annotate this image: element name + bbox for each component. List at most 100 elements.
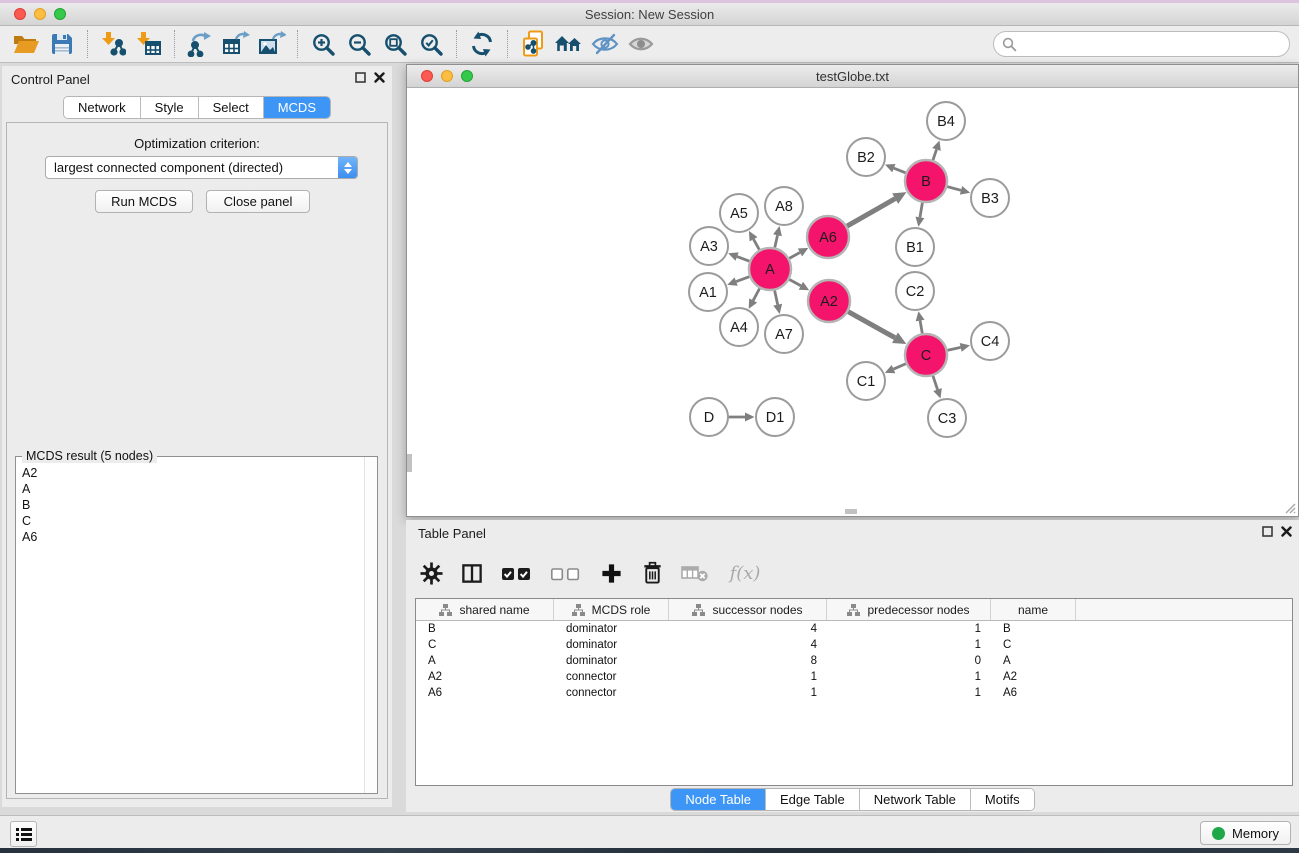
minimize-window-button[interactable]: [34, 8, 46, 20]
table-cell[interactable]: dominator: [554, 621, 669, 637]
edge-C-C1[interactable]: [894, 363, 907, 369]
close-window-button[interactable]: [14, 8, 26, 20]
close-table-panel-icon[interactable]: [1281, 526, 1292, 537]
close-panel-button[interactable]: Close panel: [206, 190, 310, 213]
column-view-icon[interactable]: [459, 560, 485, 586]
zoom-out-icon[interactable]: [341, 28, 377, 60]
table-cell[interactable]: 1: [669, 685, 827, 701]
trash-icon[interactable]: [639, 560, 665, 586]
export-network-icon[interactable]: [182, 28, 218, 60]
unselect-all-icon[interactable]: [549, 560, 583, 586]
table-cell[interactable]: 1: [827, 685, 991, 701]
column-header-predecessor-nodes[interactable]: predecessor nodes: [827, 599, 991, 620]
table-cell[interactable]: C: [991, 637, 1076, 653]
table-cell[interactable]: 4: [669, 637, 827, 653]
edge-A-A5[interactable]: [754, 239, 760, 250]
criterion-dropdown[interactable]: largest connected component (directed): [45, 156, 358, 179]
edge-A2-C[interactable]: [847, 311, 895, 338]
result-item[interactable]: A2: [16, 465, 363, 481]
edge-C-C2[interactable]: [920, 321, 922, 335]
run-mcds-button[interactable]: Run MCDS: [95, 190, 193, 213]
close-network-window-button[interactable]: [421, 70, 433, 82]
zoom-window-button[interactable]: [54, 8, 66, 20]
zoom-in-icon[interactable]: [305, 28, 341, 60]
resize-grip-icon[interactable]: [1283, 501, 1296, 514]
network-graph[interactable]: B4B2BB3A8A5A6A3B1AC2A1A2A4A7C4CC1DD1C3: [407, 88, 1298, 516]
gear-icon[interactable]: [418, 560, 444, 586]
table-cell[interactable]: A: [991, 653, 1076, 669]
float-table-panel-icon[interactable]: [1262, 526, 1273, 537]
table-cell[interactable]: B: [416, 621, 554, 637]
result-item[interactable]: A6: [16, 529, 363, 545]
refresh-icon[interactable]: [464, 28, 500, 60]
add-column-icon[interactable]: [598, 560, 624, 586]
table-cell[interactable]: A2: [991, 669, 1076, 685]
edge-A-A3[interactable]: [737, 257, 750, 262]
edge-B-B1[interactable]: [920, 202, 923, 218]
tab-network[interactable]: Network: [64, 97, 141, 118]
edge-A-A4[interactable]: [753, 288, 760, 301]
node-table[interactable]: shared nameMCDS rolesuccessor nodesprede…: [415, 598, 1293, 786]
search-field[interactable]: [993, 31, 1290, 57]
tab-node-table[interactable]: Node Table: [671, 789, 766, 810]
export-table-icon[interactable]: [218, 28, 254, 60]
zoom-fit-icon[interactable]: [377, 28, 413, 60]
table-row[interactable]: Adominator80A: [416, 653, 1292, 669]
table-cell[interactable]: dominator: [554, 653, 669, 669]
home-network-icon[interactable]: [551, 28, 587, 60]
column-header-name[interactable]: name: [991, 599, 1076, 620]
table-cell[interactable]: 0: [827, 653, 991, 669]
table-cell[interactable]: A6: [991, 685, 1076, 701]
search-input[interactable]: [1017, 34, 1289, 54]
table-cell[interactable]: 1: [827, 669, 991, 685]
edge-A-A7[interactable]: [774, 290, 777, 305]
splitter-handle-bottom[interactable]: [845, 509, 857, 514]
edge-A-A8[interactable]: [775, 235, 778, 248]
tab-network-table[interactable]: Network Table: [860, 789, 971, 810]
memory-button[interactable]: Memory: [1200, 821, 1291, 845]
save-icon[interactable]: [44, 28, 80, 60]
table-cell[interactable]: B: [991, 621, 1076, 637]
table-cell[interactable]: A2: [416, 669, 554, 685]
edge-C-C4[interactable]: [947, 347, 961, 350]
network-canvas[interactable]: B4B2BB3A8A5A6A3B1AC2A1A2A4A7C4CC1DD1C3: [407, 88, 1298, 516]
tab-motifs[interactable]: Motifs: [971, 789, 1034, 810]
zoom-selected-icon[interactable]: [413, 28, 449, 60]
result-item[interactable]: B: [16, 497, 363, 513]
table-cell[interactable]: 1: [827, 637, 991, 653]
export-image-icon[interactable]: [254, 28, 290, 60]
tab-select[interactable]: Select: [199, 97, 264, 118]
tab-style[interactable]: Style: [141, 97, 199, 118]
edge-A-A6[interactable]: [788, 252, 800, 258]
edge-B-B3[interactable]: [946, 186, 961, 190]
edge-C-C3[interactable]: [933, 375, 938, 390]
table-cell[interactable]: C: [416, 637, 554, 653]
hide-eye-icon[interactable]: [587, 28, 623, 60]
table-row[interactable]: A2connector11A2: [416, 669, 1292, 685]
close-panel-icon[interactable]: [374, 72, 385, 83]
tab-mcds[interactable]: MCDS: [264, 97, 330, 118]
column-header-MCDS-role[interactable]: MCDS role: [554, 599, 669, 620]
import-network-icon[interactable]: [95, 28, 131, 60]
table-cell[interactable]: A: [416, 653, 554, 669]
table-cell[interactable]: 1: [669, 669, 827, 685]
tab-edge-table[interactable]: Edge Table: [766, 789, 860, 810]
open-folder-icon[interactable]: [8, 28, 44, 60]
edge-A-A1[interactable]: [736, 276, 750, 281]
table-row[interactable]: A6connector11A6: [416, 685, 1292, 701]
edge-A-A2[interactable]: [788, 279, 800, 286]
splitter-handle-left[interactable]: [407, 454, 412, 472]
table-cell[interactable]: connector: [554, 669, 669, 685]
result-item[interactable]: C: [16, 513, 363, 529]
clone-network-icon[interactable]: [515, 28, 551, 60]
table-cell[interactable]: A6: [416, 685, 554, 701]
table-cell[interactable]: 4: [669, 621, 827, 637]
table-row[interactable]: Cdominator41C: [416, 637, 1292, 653]
network-window-titlebar[interactable]: testGlobe.txt: [407, 65, 1298, 88]
edge-B-B4[interactable]: [933, 149, 937, 161]
mcds-result-list[interactable]: A2ABCA6: [16, 465, 363, 793]
edge-A6-B[interactable]: [846, 199, 895, 227]
edge-B-B2[interactable]: [894, 168, 907, 173]
task-history-button[interactable]: [10, 821, 37, 847]
show-eye-icon[interactable]: [623, 28, 659, 60]
